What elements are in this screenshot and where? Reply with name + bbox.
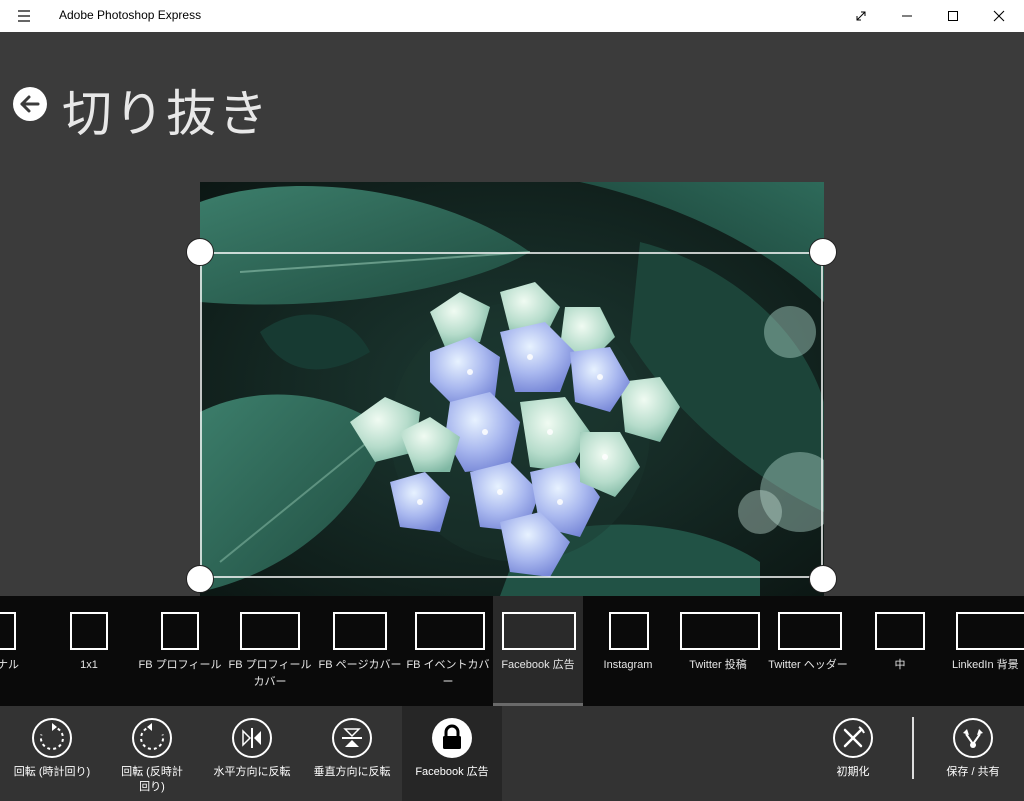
preset-shape	[609, 612, 649, 650]
expand-icon[interactable]	[838, 0, 884, 32]
crop-handle-top-left[interactable]	[186, 238, 214, 266]
reset-button[interactable]: 初期化	[803, 706, 903, 801]
lock-ratio-button[interactable]: Facebook 広告	[402, 706, 502, 801]
flip-vertical-icon	[331, 717, 373, 759]
flip-horizontal-button[interactable]: 水平方向に反転	[202, 706, 302, 801]
bottom-toolbar: 回転 (時計回り) 回転 (反時計回り) 水平方向に反転 垂直方向に反転 Fac…	[0, 706, 1024, 801]
preset-twitter-header[interactable]: Twitter ヘッダー	[764, 596, 852, 706]
preset-shape	[502, 612, 576, 650]
crop-handle-bottom-left[interactable]	[186, 565, 214, 593]
preset-linkedin-bg[interactable]: LinkedIn 背景	[944, 596, 1024, 706]
preset-shape	[240, 612, 300, 650]
app-title: Adobe Photoshop Express	[59, 8, 202, 22]
rotate-clockwise-icon	[31, 717, 73, 759]
crop-presets-strip: ナル 1x1 FB プロフィール FB プロフィールカバー FB ページカバー …	[0, 596, 1024, 706]
preset-shape	[333, 612, 387, 650]
preset-fb-profile[interactable]: FB プロフィール	[136, 596, 224, 706]
preset-instagram[interactable]: Instagram	[588, 596, 668, 706]
page-title: 切り抜き	[62, 85, 270, 143]
crop-handle-bottom-right[interactable]	[809, 565, 837, 593]
preset-shape	[415, 612, 485, 650]
preset-shape	[0, 612, 16, 650]
back-arrow-icon[interactable]	[12, 86, 48, 122]
rotate-counterclockwise-icon	[131, 717, 173, 759]
preset-medium[interactable]: 中	[860, 596, 940, 706]
maximize-icon[interactable]	[930, 0, 976, 32]
hamburger-icon[interactable]	[10, 7, 38, 25]
preset-facebook-ad[interactable]: Facebook 広告	[493, 596, 583, 706]
preset-twitter-post[interactable]: Twitter 投稿	[672, 596, 764, 706]
close-icon[interactable]	[976, 0, 1022, 32]
rotate-counterclockwise-button[interactable]: 回転 (反時計回り)	[102, 706, 202, 801]
rotate-clockwise-button[interactable]: 回転 (時計回り)	[2, 706, 102, 801]
preset-1x1[interactable]: 1x1	[54, 596, 124, 706]
preset-shape	[956, 612, 1024, 650]
save-share-button[interactable]: 保存 / 共有	[923, 706, 1023, 801]
title-bar: Adobe Photoshop Express	[0, 0, 1024, 32]
crop-frame[interactable]	[200, 252, 823, 578]
preset-shape	[680, 612, 760, 650]
crop-handle-top-right[interactable]	[809, 238, 837, 266]
toolbar-divider	[912, 717, 914, 779]
minimize-icon[interactable]	[884, 0, 930, 32]
preset-fb-profile-cover[interactable]: FB プロフィールカバー	[226, 596, 314, 706]
flip-horizontal-icon	[231, 717, 273, 759]
preset-shape	[70, 612, 108, 650]
preset-fb-page-cover[interactable]: FB ページカバー	[316, 596, 404, 706]
flip-vertical-button[interactable]: 垂直方向に反転	[302, 706, 402, 801]
preset-shape	[778, 612, 842, 650]
lock-icon	[431, 717, 473, 759]
preset-fb-event-cover[interactable]: FB イベントカバー	[404, 596, 492, 706]
preset-shape	[161, 612, 199, 650]
reset-icon	[832, 717, 874, 759]
share-icon	[952, 717, 994, 759]
preset-original[interactable]: ナル	[0, 596, 36, 706]
preset-shape	[875, 612, 925, 650]
